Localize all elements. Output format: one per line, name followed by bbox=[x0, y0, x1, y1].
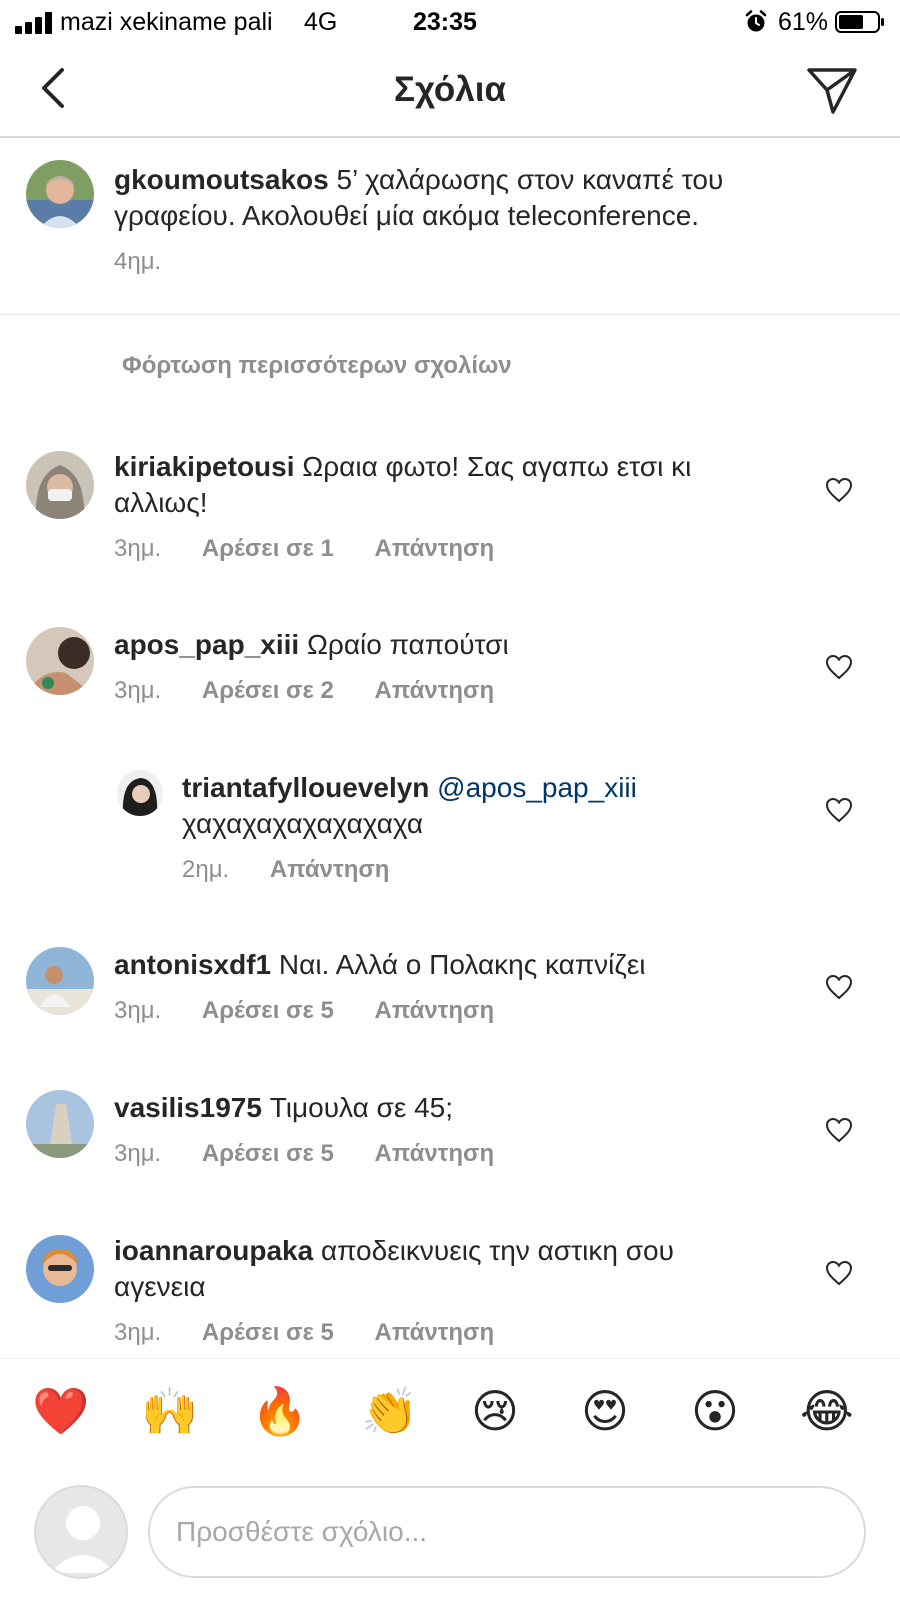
comment-username[interactable]: vasilis1975 bbox=[114, 1092, 262, 1123]
comment-text: Τιμουλα σε 45; bbox=[261, 1092, 454, 1123]
comment-username[interactable]: apos_pap_xiii bbox=[114, 629, 299, 660]
header-bar: Σχόλια bbox=[0, 46, 900, 138]
emoji-raised-hands-button[interactable]: 🙌 bbox=[141, 1383, 198, 1439]
comment-text-line2: αλλιως! bbox=[114, 487, 208, 518]
signal-icon bbox=[15, 12, 53, 34]
status-bar: mazi xekiname pali 4G 23:35 61% bbox=[0, 0, 900, 46]
alarm-icon bbox=[745, 10, 767, 32]
comment-time: 3ημ. bbox=[114, 535, 162, 562]
avatar[interactable] bbox=[26, 160, 94, 228]
reply-comment-item: triantafyllouevelyn @apos_pap_xiii χαχαχ… bbox=[0, 770, 900, 910]
comment-username[interactable]: ioannaroupaka bbox=[114, 1235, 313, 1266]
heart-outline-icon[interactable] bbox=[825, 654, 853, 680]
load-more-comments-link[interactable]: Φόρτωση περισσότερων σχολίων bbox=[122, 352, 512, 380]
status-time: 23:35 bbox=[413, 8, 477, 36]
network-type: 4G bbox=[304, 8, 338, 36]
emoji-clap-button[interactable]: 👏 bbox=[361, 1383, 418, 1439]
direct-share-icon[interactable] bbox=[805, 64, 859, 118]
comment-time: 3ημ. bbox=[114, 677, 162, 704]
reply-button[interactable]: Απάντηση bbox=[375, 535, 495, 562]
reply-button[interactable]: Απάντηση bbox=[375, 677, 495, 704]
comment-likes-link[interactable]: Αρέσει σε 2 bbox=[202, 677, 334, 704]
comment-username[interactable]: kiriakipetousi bbox=[114, 451, 295, 482]
post-caption: gkoumoutsakos 5’ χαλάρωσης στον καναπέ τ… bbox=[0, 140, 900, 315]
avatar[interactable] bbox=[26, 947, 94, 1015]
comment-composer bbox=[0, 1458, 900, 1600]
comment-text: Ωραίο παπούτσι bbox=[299, 629, 509, 660]
emoji-laugh-button[interactable]: 😂 bbox=[800, 1383, 854, 1439]
caption-time: 4ημ. bbox=[114, 248, 162, 275]
avatar[interactable] bbox=[117, 770, 163, 816]
avatar[interactable] bbox=[26, 451, 94, 519]
heart-outline-icon[interactable] bbox=[825, 1260, 853, 1286]
comment-item: vasilis1975 Τιμουλα σε 45; 3ημ. Αρέσει σ… bbox=[0, 1090, 900, 1200]
reply-button[interactable]: Απάντηση bbox=[270, 856, 390, 883]
avatar[interactable] bbox=[26, 1090, 94, 1158]
heart-outline-icon[interactable] bbox=[825, 1117, 853, 1143]
avatar-placeholder-icon bbox=[34, 1485, 128, 1579]
emoji-heart-button[interactable]: ❤️ bbox=[32, 1383, 89, 1439]
comment-text-line2: αγενεια bbox=[114, 1271, 206, 1302]
comment-likes-link[interactable]: Αρέσει σε 5 bbox=[202, 1319, 334, 1346]
comment-item: ioannaroupaka αποδεικνυεις την αστικη σο… bbox=[0, 1233, 900, 1358]
comment-username[interactable]: triantafyllouevelyn bbox=[182, 772, 429, 803]
emoji-surprised-button[interactable]: 😮 bbox=[691, 1383, 739, 1439]
avatar[interactable] bbox=[26, 1235, 94, 1303]
comment-username[interactable]: antonisxdf1 bbox=[114, 949, 271, 980]
emoji-heart-eyes-button[interactable]: 😍 bbox=[581, 1383, 629, 1439]
comment-likes-link[interactable]: Αρέσει σε 5 bbox=[202, 1140, 334, 1167]
reply-button[interactable]: Απάντηση bbox=[375, 997, 495, 1024]
mention-link[interactable]: @apos_pap_xiii bbox=[429, 772, 637, 803]
emoji-cry-button[interactable]: 😢 bbox=[471, 1383, 519, 1439]
comment-time: 2ημ. bbox=[182, 856, 230, 883]
comment-text: χαχαχαχαχαχαχαχα bbox=[182, 808, 424, 839]
heart-outline-icon[interactable] bbox=[825, 974, 853, 1000]
page-title: Σχόλια bbox=[394, 70, 506, 109]
reply-button[interactable]: Απάντηση bbox=[375, 1319, 495, 1346]
comment-item: antonisxdf1 Ναι. Αλλά ο Πολακης καπνίζει… bbox=[0, 947, 900, 1057]
quick-emoji-bar: ❤️ 🙌 🔥 👏 😢 😍 😮 😂 bbox=[0, 1358, 900, 1458]
comment-item: kiriakipetousi Ωραια φωτο! Σας αγαπω ετσ… bbox=[0, 449, 900, 589]
battery-icon bbox=[835, 11, 884, 33]
heart-outline-icon[interactable] bbox=[825, 797, 853, 823]
comment-time: 3ημ. bbox=[114, 1140, 162, 1167]
heart-outline-icon[interactable] bbox=[825, 477, 853, 503]
reply-button[interactable]: Απάντηση bbox=[375, 1140, 495, 1167]
comment-likes-link[interactable]: Αρέσει σε 1 bbox=[202, 535, 334, 562]
comments-list[interactable]: Φόρτωση περισσότερων σχολίων kiriakipeto… bbox=[0, 315, 900, 1358]
comment-time: 3ημ. bbox=[114, 1319, 162, 1346]
battery-percent: 61% bbox=[778, 8, 829, 36]
comment-time: 3ημ. bbox=[114, 997, 162, 1024]
comment-likes-link[interactable]: Αρέσει σε 5 bbox=[202, 997, 334, 1024]
caption-username[interactable]: gkoumoutsakos bbox=[114, 164, 329, 195]
comment-item: apos_pap_xiii Ωραίο παπούτσι 3ημ. Αρέσει… bbox=[0, 627, 900, 737]
comment-text: Ναι. Αλλά ο Πολακης καπνίζει bbox=[271, 949, 646, 980]
carrier-name: mazi xekiname pali bbox=[60, 8, 273, 36]
comment-text: Ωραια φωτο! Σας αγαπω ετσι κι bbox=[294, 451, 692, 482]
avatar[interactable] bbox=[26, 627, 94, 695]
comment-text: αποδεικνυεις την αστικη σου bbox=[313, 1235, 674, 1266]
caption-text: 5’ χαλάρωσης στον καναπέ του bbox=[328, 164, 724, 195]
caption-text-line2: γραφείου. Ακολουθεί μία ακόμα teleconfer… bbox=[114, 200, 700, 231]
comment-input[interactable] bbox=[148, 1486, 866, 1578]
emoji-fire-button[interactable]: 🔥 bbox=[251, 1383, 308, 1439]
